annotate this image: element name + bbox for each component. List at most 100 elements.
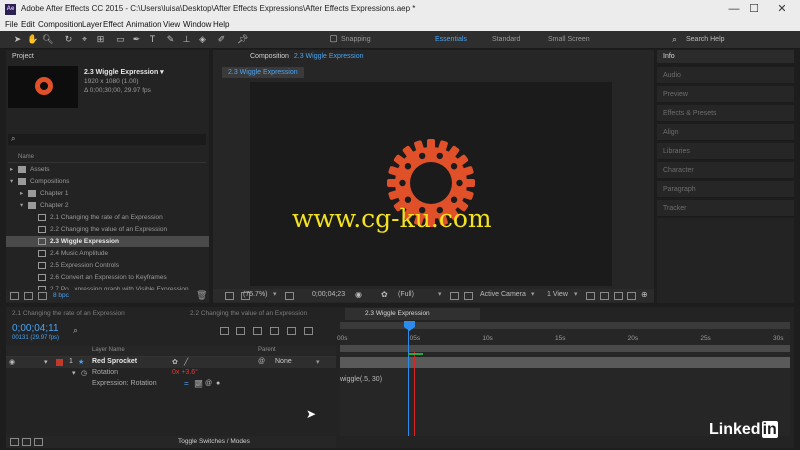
layer-switches-icon[interactable]	[10, 438, 19, 446]
tracker-panel[interactable]: Tracker	[657, 200, 794, 217]
motion-blur-icon[interactable]	[287, 327, 296, 335]
current-time-display[interactable]: 0;00;04;11	[12, 323, 59, 334]
pen-tool-icon[interactable]: ✒	[131, 34, 142, 45]
menu-file[interactable]: File	[5, 20, 18, 29]
timeline-search-icon[interactable]: ⌕	[73, 325, 78, 336]
menu-help[interactable]: Help	[213, 20, 229, 29]
menu-window[interactable]: Window	[183, 20, 211, 29]
layer-expand-icon[interactable]: ▾	[44, 358, 48, 366]
interpret-footage-icon[interactable]	[10, 292, 19, 300]
label-color-swatch[interactable]	[56, 359, 63, 366]
grid-icon[interactable]	[285, 292, 294, 300]
tree-expand-icon[interactable]: ▸	[10, 164, 13, 175]
layer-row[interactable]: ◉ ▾ 1 ★ Red Sprocket ✿ ╱ @ None ▾	[6, 357, 336, 368]
expression-pickwhip-icon[interactable]: @	[205, 380, 212, 387]
parent-select[interactable]: None	[275, 358, 292, 365]
project-comp-row[interactable]: 2.6 Convert an Expression to Keyframes	[6, 272, 209, 283]
rotation-value[interactable]: 0x +3.6°	[172, 369, 198, 376]
current-time-indicator[interactable]	[404, 321, 415, 331]
transparency-grid-icon[interactable]	[464, 292, 473, 300]
rotation-property-row[interactable]: ▾ ◷ Rotation 0x +3.6°	[6, 368, 336, 379]
brush-tool-icon[interactable]: ✎	[165, 34, 176, 45]
audio-panel[interactable]: Audio	[657, 67, 794, 84]
project-folder-row[interactable]: ▸ Chapter 1	[6, 188, 209, 199]
character-panel[interactable]: Character	[657, 162, 794, 179]
new-folder-icon[interactable]	[24, 292, 33, 300]
search-help-field[interactable]: Search Help	[686, 36, 725, 43]
shy-switch-icon[interactable]: ✿	[172, 358, 178, 366]
project-comp-name[interactable]: 2.3 Wiggle Expression ▾	[84, 68, 164, 76]
snapshot-icon[interactable]: ◉	[355, 290, 362, 299]
timeline-tab-2-3[interactable]: 2.3 Wiggle Expression	[345, 308, 480, 320]
always-preview-icon[interactable]	[225, 292, 234, 300]
project-comp-row[interactable]: 2.1 Changing the rate of an Expression	[6, 212, 209, 223]
region-of-interest-icon[interactable]	[450, 292, 459, 300]
toggle-switches-modes[interactable]: Toggle Switches / Modes	[178, 438, 250, 445]
workspace-essentials[interactable]: Essentials	[435, 36, 467, 43]
property-expand-icon[interactable]: ▾	[72, 369, 76, 377]
tree-expand-icon[interactable]: ▾	[10, 176, 13, 187]
selection-tool-icon[interactable]: ➤	[12, 34, 23, 45]
stopwatch-icon[interactable]: ◷	[81, 369, 87, 377]
paragraph-panel[interactable]: Paragraph	[657, 181, 794, 198]
workspace-standard[interactable]: Standard	[492, 36, 520, 43]
resolution-select[interactable]: (Full)	[398, 291, 414, 298]
timeline-icon[interactable]	[614, 292, 623, 300]
menu-animation[interactable]: Animation	[126, 20, 162, 29]
composition-panel-tab[interactable]: Composition 2.3 Wiggle Expression	[250, 53, 364, 60]
view-layout-select[interactable]: 1 View	[547, 291, 568, 298]
draft-3d-icon[interactable]	[236, 327, 245, 335]
libraries-panel[interactable]: Libraries	[657, 143, 794, 160]
menu-view[interactable]: View	[163, 20, 180, 29]
graph-editor-icon[interactable]	[304, 327, 313, 335]
project-panel-title[interactable]: Project	[12, 53, 34, 60]
composition-subtab[interactable]: 2.3 Wiggle Expression	[222, 67, 304, 78]
maximize-button[interactable]: ☐	[742, 2, 766, 17]
workspace-small-screen[interactable]: Small Screen	[548, 36, 590, 43]
clone-stamp-tool-icon[interactable]: ⊥	[181, 34, 192, 45]
trash-icon[interactable]: 🗑︎	[196, 290, 207, 301]
camera-chevron-icon[interactable]: ▾	[531, 290, 535, 298]
view-chevron-icon[interactable]: ▾	[574, 290, 578, 298]
type-tool-icon[interactable]: T	[147, 34, 158, 45]
new-composition-icon[interactable]	[38, 292, 47, 300]
menu-edit[interactable]: Edit	[21, 20, 35, 29]
expression-text[interactable]: wiggle(.5, 30)	[340, 376, 382, 383]
tree-expand-icon[interactable]: ▸	[20, 188, 23, 199]
search-help-icon[interactable]: ⌕	[672, 34, 677, 45]
column-name-label[interactable]: Name	[18, 154, 34, 160]
transfer-controls-icon[interactable]	[22, 438, 31, 446]
hand-tool-icon[interactable]: ✋	[27, 34, 38, 45]
zoom-level[interactable]: (75.7%)	[243, 291, 268, 298]
zoom-tool-icon[interactable]: 🔍︎	[42, 34, 53, 45]
timeline-tab-2-2[interactable]: 2.2 Changing the value of an Expression	[190, 308, 307, 320]
menu-effect[interactable]: Effect	[103, 20, 123, 29]
align-panel[interactable]: Align	[657, 124, 794, 141]
layer-name-column[interactable]: Layer Name	[92, 347, 125, 353]
roto-brush-tool-icon[interactable]: ✐	[216, 34, 227, 45]
close-button[interactable]: ✕	[770, 2, 794, 17]
info-panel-title[interactable]: Info	[657, 50, 794, 63]
effects-presets-panel[interactable]: Effects & Presets	[657, 105, 794, 122]
layer-name[interactable]: Red Sprocket	[92, 358, 137, 365]
project-folder-row[interactable]: ▸ Assets	[6, 164, 209, 175]
rectangle-tool-icon[interactable]: ▭	[115, 34, 126, 45]
project-comp-row[interactable]: 2.3 Wiggle Expression	[6, 236, 209, 247]
camera-tool-icon[interactable]: ⌖	[79, 34, 90, 45]
expression-enable-icon[interactable]: =	[184, 379, 189, 388]
comp-mini-flowchart-icon[interactable]	[220, 327, 229, 335]
color-channels-icon[interactable]: ✿	[381, 290, 388, 299]
tree-expand-icon[interactable]: ▾	[20, 200, 23, 211]
puppet-pin-tool-icon[interactable]: 📌︎	[237, 34, 248, 45]
pan-behind-tool-icon[interactable]: ⊞	[95, 34, 106, 45]
visibility-eye-icon[interactable]: ◉	[9, 358, 15, 366]
expression-property-row[interactable]: Expression: Rotation = 📈︎ @ ●	[6, 379, 336, 390]
fast-previews-icon[interactable]	[600, 292, 609, 300]
toggle-pixel-aspect-icon[interactable]	[586, 292, 595, 300]
timeline-tab-2-1[interactable]: 2.1 Changing the rate of an Expression	[12, 308, 125, 320]
snapping-checkbox[interactable]: ▢	[328, 33, 339, 44]
eraser-tool-icon[interactable]: ◈	[197, 34, 208, 45]
reset-exposure-icon[interactable]: ⊕	[641, 290, 648, 299]
expression-language-menu-icon[interactable]: ●	[216, 380, 220, 387]
shy-layers-icon[interactable]	[253, 327, 262, 335]
